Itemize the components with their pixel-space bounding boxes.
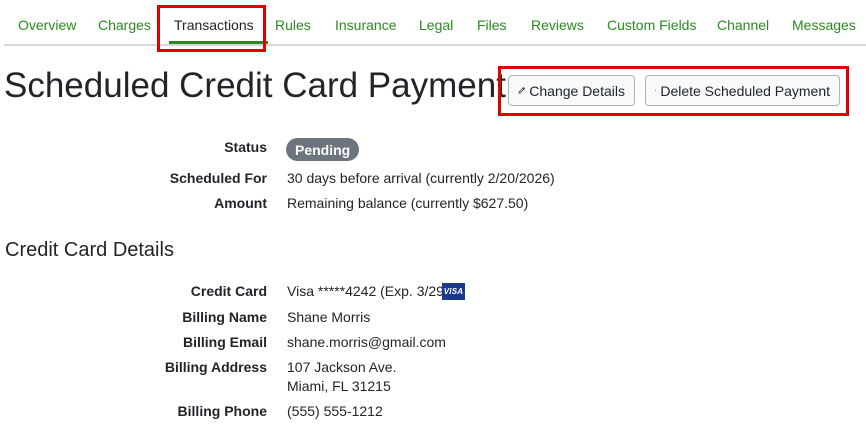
tab-reviews[interactable]: Reviews bbox=[531, 17, 584, 33]
billing-phone-label: Billing Phone bbox=[177, 403, 267, 419]
transactions-tab-highlight bbox=[157, 5, 266, 52]
amount-value: Remaining balance (currently $627.50) bbox=[287, 195, 529, 211]
amount-label: Amount bbox=[214, 195, 267, 211]
credit-card-label: Credit Card bbox=[190, 283, 267, 299]
status-badge: Pending bbox=[286, 138, 360, 161]
billing-address-line1: 107 Jackson Ave. bbox=[287, 359, 397, 375]
tab-bar: Overview Charges Transactions Rules Insu… bbox=[4, 0, 866, 46]
billing-email-label: Billing Email bbox=[182, 334, 267, 350]
billing-email-value: shane.morris@gmail.com bbox=[287, 334, 446, 350]
page-title: Scheduled Credit Card Payment bbox=[4, 66, 506, 105]
scheduled-for-value: 30 days before arrival (currently 2/20/2… bbox=[287, 170, 555, 186]
billing-phone-value: (555) 555-1212 bbox=[287, 403, 383, 419]
status-label: Status bbox=[224, 139, 267, 155]
tab-files[interactable]: Files bbox=[477, 17, 507, 33]
billing-name-label: Billing Name bbox=[182, 309, 267, 325]
billing-address-line2: Miami, FL 31215 bbox=[287, 378, 391, 394]
tab-charges[interactable]: Charges bbox=[98, 17, 151, 33]
credit-card-value: Visa *****4242 (Exp. 3/29) bbox=[287, 283, 449, 299]
visa-card-icon: VISA bbox=[442, 283, 465, 300]
tab-rules[interactable]: Rules bbox=[275, 17, 311, 33]
action-buttons-highlight bbox=[498, 66, 849, 116]
tab-custom-fields[interactable]: Custom Fields bbox=[607, 17, 696, 33]
tab-channel[interactable]: Channel bbox=[717, 17, 769, 33]
scheduled-for-label: Scheduled For bbox=[169, 170, 267, 186]
billing-name-value: Shane Morris bbox=[287, 309, 371, 325]
tab-legal[interactable]: Legal bbox=[419, 17, 453, 33]
tab-messages[interactable]: Messages bbox=[792, 17, 856, 33]
billing-address-label: Billing Address bbox=[164, 359, 267, 375]
tab-insurance[interactable]: Insurance bbox=[335, 17, 396, 33]
tab-overview[interactable]: Overview bbox=[18, 17, 76, 33]
credit-card-details-heading: Credit Card Details bbox=[5, 239, 174, 261]
